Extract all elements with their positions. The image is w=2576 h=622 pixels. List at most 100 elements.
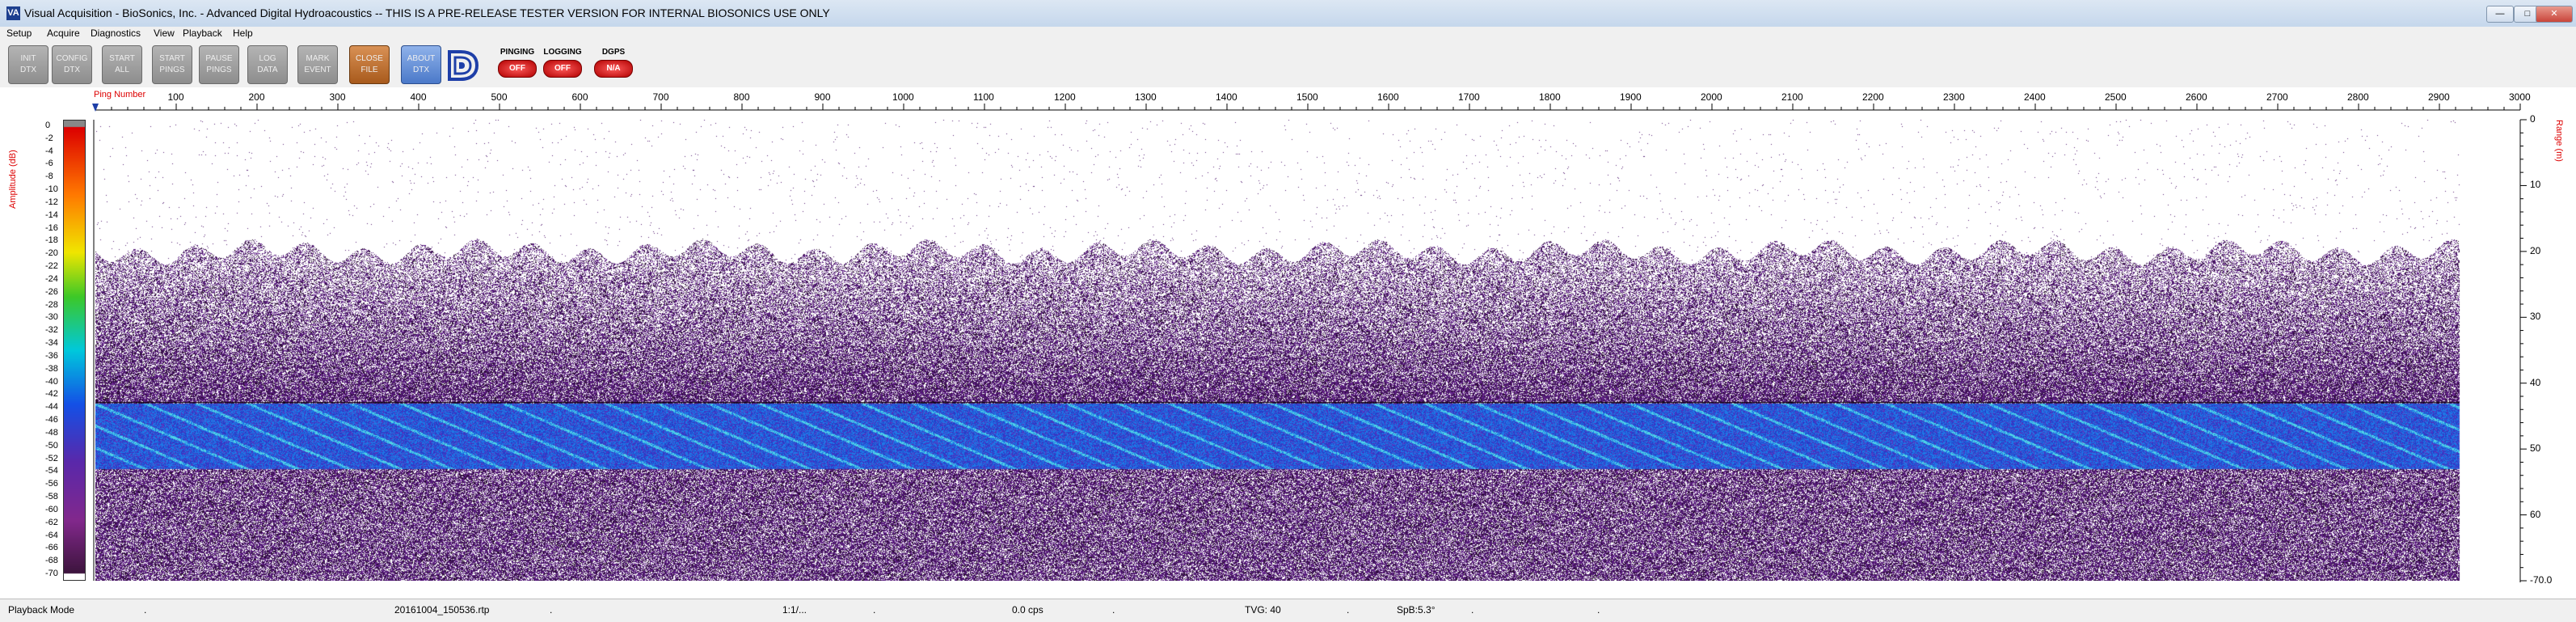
mark-event-button[interactable]: MARK EVENT (297, 45, 338, 84)
logging-indicator: OFF (543, 60, 582, 78)
amplitude-tick-label: -54 (45, 466, 58, 476)
ping-tick-label: 200 (248, 91, 265, 103)
ping-tick-label: 1100 (973, 91, 994, 103)
init-dtx-button[interactable]: INIT DTX (8, 45, 48, 84)
amplitude-tick-label: -44 (45, 402, 58, 413)
range-tick-label: 30 (2530, 311, 2541, 323)
ping-tick-label: 300 (329, 91, 346, 103)
amplitude-axis-label: Amplitude (dB) (8, 150, 18, 209)
ping-tick-label: 2400 (2024, 91, 2046, 103)
pause-pings-button[interactable]: PAUSE PINGS (199, 45, 239, 84)
amplitude-tick-label: -56 (45, 479, 58, 489)
ping-tick-label: 2600 (2186, 91, 2207, 103)
amplitude-tick-label: -16 (45, 222, 58, 233)
ping-tick-label: 700 (652, 91, 669, 103)
config-dtx-button[interactable]: CONFIG DTX (52, 45, 92, 84)
menu-setup[interactable]: Setup (6, 28, 32, 39)
ping-tick-label: 3000 (2509, 91, 2531, 103)
logging-label: LOGGING (543, 48, 582, 57)
amplitude-tick-label: -68 (45, 556, 58, 566)
amplitude-tick-label: -48 (45, 427, 58, 438)
amplitude-tick-label: -12 (45, 197, 58, 207)
amplitude-tick-label: -2 (45, 133, 53, 143)
amplitude-tick-label: -60 (45, 504, 58, 514)
menu-playback[interactable]: Playback (183, 28, 222, 39)
status-divider: . (550, 604, 553, 616)
amplitude-tick-label: -28 (45, 299, 58, 310)
ping-tick-label: 1600 (1377, 91, 1399, 103)
amplitude-tick-label: -18 (45, 235, 58, 246)
about-dtx-button[interactable]: ABOUT DTX (401, 45, 441, 84)
pinging-indicator: OFF (498, 60, 537, 78)
amplitude-tick-label: -8 (45, 171, 53, 182)
ping-tick-label: 500 (491, 91, 508, 103)
rate-status: 0.0 cps (1012, 604, 1043, 616)
pinging-label: PINGING (500, 48, 535, 57)
dgps-status: DGPS N/A (592, 45, 635, 84)
amplitude-tick-label: -42 (45, 389, 58, 400)
amplitude-tick-label: -30 (45, 312, 58, 323)
range-tick-label: 50 (2530, 442, 2541, 455)
range-tick-label: 10 (2530, 179, 2541, 191)
spb-status: SpB:5.3° (1397, 604, 1436, 616)
dgps-label: DGPS (601, 48, 626, 57)
status-bar: Playback Mode . 20161004_150536.rtp . 1:… (0, 599, 2576, 622)
ping-tick-label: 2900 (2428, 91, 2450, 103)
amplitude-tick-label: -32 (45, 325, 58, 336)
amplitude-tick-label: -40 (45, 376, 58, 387)
status-divider: . (1597, 604, 1600, 616)
menu-view[interactable]: View (154, 28, 175, 39)
ping-tick-label: 2200 (1862, 91, 1884, 103)
biosonics-logo-icon[interactable] (443, 47, 483, 84)
toolbar: INIT DTX CONFIG DTX START ALL START PING… (0, 40, 2576, 88)
ping-tick-label: 1700 (1458, 91, 1480, 103)
ping-tick-label: 1900 (1620, 91, 1642, 103)
log-data-button[interactable]: LOG DATA (247, 45, 288, 84)
amplitude-tick-label: -4 (45, 146, 53, 156)
ping-tick-label: 1400 (1216, 91, 1237, 103)
amplitude-tick-label: -26 (45, 286, 58, 297)
menu-acquire[interactable]: Acquire (47, 28, 80, 39)
start-all-button[interactable]: START ALL (102, 45, 142, 84)
dgps-indicator: N/A (594, 60, 633, 78)
echogram-image[interactable] (95, 120, 2464, 581)
amplitude-tick-label: -70 (45, 569, 58, 578)
logging-status: LOGGING OFF (542, 45, 584, 84)
amplitude-tick-label: -66 (45, 543, 58, 553)
menu-diagnostics[interactable]: Diagnostics (91, 28, 141, 39)
tvg-status: TVG: 40 (1245, 604, 1281, 616)
ping-tick-label: 400 (410, 91, 427, 103)
amplitude-tick-label: -58 (45, 492, 58, 502)
ping-tick-label: 1800 (1539, 91, 1561, 103)
amplitude-tick-label: 0 (45, 121, 51, 130)
echogram-panel: Ping Number Amplitude (dB) Range (m) 100… (0, 87, 2576, 594)
app-icon: VA (6, 6, 20, 20)
menu-help[interactable]: Help (233, 28, 253, 39)
amplitude-tick-label: -52 (45, 453, 58, 463)
close-window-button[interactable]: ✕ (2536, 6, 2573, 23)
ping-tick-label: 100 (167, 91, 184, 103)
amplitude-tick-label: -64 (45, 530, 58, 540)
amplitude-tick-label: -34 (45, 338, 58, 349)
close-file-button[interactable]: CLOSE FILE (349, 45, 390, 84)
amplitude-tick-label: -14 (45, 209, 58, 220)
ping-tick-label: 1300 (1135, 91, 1157, 103)
ping-tick-label: 1000 (892, 91, 914, 103)
range-tick-label: -70.0 (2530, 574, 2553, 586)
status-divider: . (1347, 604, 1350, 616)
ping-tick-label: 2500 (2105, 91, 2127, 103)
amplitude-tick-label: -46 (45, 415, 58, 425)
ping-tick-label: 900 (814, 91, 831, 103)
range-axis-label: Range (m) (2554, 120, 2564, 162)
minimize-button[interactable]: — (2486, 6, 2514, 23)
ping-tick-label: 1500 (1296, 91, 1318, 103)
start-pings-button[interactable]: START PINGS (152, 45, 192, 84)
ping-tick-label: 1200 (1054, 91, 1076, 103)
amplitude-tick-label: -50 (45, 440, 58, 451)
amplitude-colorbar (63, 120, 86, 581)
amplitude-tick-label: -6 (45, 159, 53, 169)
ping-tick-label: 600 (571, 91, 588, 103)
pinging-status: PINGING OFF (496, 45, 538, 84)
window-title: Visual Acquisition - BioSonics, Inc. - A… (24, 6, 830, 19)
amplitude-tick-label: -22 (45, 261, 58, 272)
